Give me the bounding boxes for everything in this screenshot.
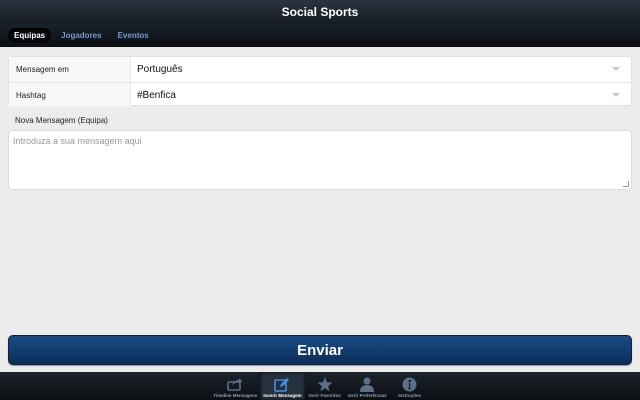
- nav-label: Timeline Mensagens: [213, 393, 258, 398]
- app-header: Social Sports: [0, 0, 640, 24]
- message-textarea[interactable]: Introduza a sua mensagem aqui: [8, 130, 632, 190]
- language-value[interactable]: Português: [131, 64, 631, 75]
- star-icon: [316, 376, 333, 392]
- nav-label: Inserir Mensagem: [263, 393, 302, 398]
- send-button[interactable]: Enviar: [8, 335, 632, 365]
- nav-preferences[interactable]: Gerir Preferências: [345, 372, 390, 400]
- resize-handle-icon[interactable]: [623, 181, 629, 187]
- nav-favorites[interactable]: Gerir Favoritos: [305, 372, 345, 400]
- nav-label: Gerir Preferências: [347, 393, 387, 398]
- bottom-nav: Timeline Mensagens Inserir Mensagem Geri…: [0, 372, 640, 400]
- message-placeholder: Introduza a sua mensagem aqui: [13, 136, 142, 146]
- message-label: Nova Mensagem (Equipa): [15, 116, 108, 125]
- app-title: Social Sports: [281, 5, 359, 19]
- hashtag-label: Hashtag: [9, 83, 131, 107]
- chevron-down-icon[interactable]: [612, 93, 620, 97]
- language-label: Mensagem em: [9, 57, 131, 82]
- nav-label: Gerir Favoritos: [308, 393, 341, 398]
- chevron-down-icon[interactable]: [612, 67, 620, 71]
- info-icon: [402, 376, 418, 392]
- language-select[interactable]: Mensagem em Português: [9, 57, 631, 82]
- nav-instructions[interactable]: Instruções: [390, 372, 430, 400]
- tab-eventos[interactable]: Eventos: [112, 28, 155, 43]
- hashtag-select[interactable]: Hashtag #Benfica: [9, 82, 631, 107]
- user-icon: [359, 376, 375, 392]
- nav-label: Instruções: [398, 393, 421, 398]
- segment-tabs: Equipas Jogadores Eventos: [0, 24, 640, 47]
- share-icon: [227, 376, 243, 392]
- nav-compose[interactable]: Inserir Mensagem: [260, 372, 305, 400]
- hashtag-value[interactable]: #Benfica: [131, 90, 631, 101]
- compose-icon: [274, 376, 290, 392]
- nav-timeline[interactable]: Timeline Mensagens: [210, 372, 260, 400]
- message-settings-form: Mensagem em Português Hashtag #Benfica: [8, 56, 632, 107]
- tab-jogadores[interactable]: Jogadores: [55, 28, 107, 43]
- tab-equipas[interactable]: Equipas: [8, 28, 52, 43]
